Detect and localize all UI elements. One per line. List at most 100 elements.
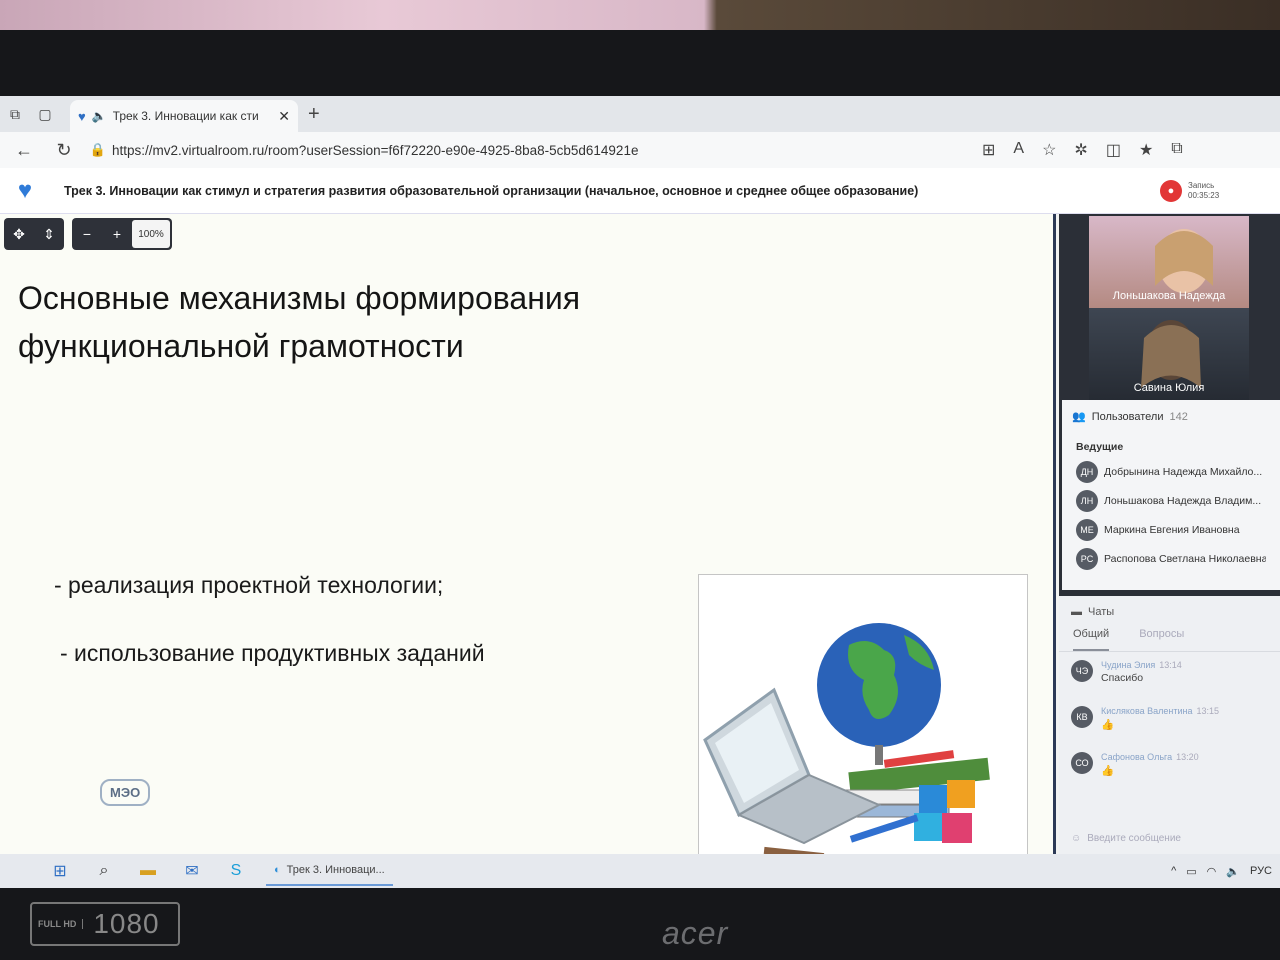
system-tray: ^ ▭ ◠ 🔈 РУС bbox=[1171, 854, 1272, 888]
chat-text: 👍 bbox=[1101, 765, 1115, 777]
wifi-icon[interactable]: ◠ bbox=[1207, 865, 1217, 878]
close-icon[interactable]: ✕ bbox=[278, 108, 290, 125]
video-tile-1[interactable]: Лоньшакова Надежда bbox=[1089, 216, 1249, 308]
apps-icon[interactable]: ⊞ bbox=[982, 140, 995, 160]
heart-icon: ♥ bbox=[78, 108, 86, 124]
puzzle-icon bbox=[919, 785, 947, 813]
extensions-icon[interactable]: ✲ bbox=[1074, 140, 1087, 160]
slide-bullet-1: - реализация проектной технологии; bbox=[54, 572, 444, 598]
taskbar-app-label: Трек 3. Инноваци... bbox=[286, 864, 385, 876]
fit-icon[interactable]: ⇕ bbox=[34, 218, 64, 250]
lock-icon[interactable]: 🔒 bbox=[84, 142, 112, 158]
user-row[interactable]: РС Распопова Светлана Николаевна bbox=[1062, 544, 1280, 573]
language-indicator[interactable]: РУС bbox=[1250, 865, 1272, 877]
user-name: Лоньшакова Надежда Владим... bbox=[1104, 494, 1262, 507]
chat-input[interactable]: ☺ Введите сообщение bbox=[1071, 833, 1181, 844]
taskbar-browser-app[interactable]: ◐ Трек 3. Инноваци... bbox=[266, 856, 393, 886]
avatar: РС bbox=[1076, 547, 1098, 570]
chat-author: Сафонова Ольга bbox=[1101, 752, 1173, 762]
chat-message: СО Сафонова Ольга 13:20 👍 bbox=[1059, 744, 1280, 790]
zoom-level[interactable]: 100% bbox=[132, 220, 170, 248]
edge-icon: ◐ bbox=[274, 864, 281, 876]
slide-title: Основные механизмы формирования функцион… bbox=[18, 274, 718, 370]
chat-icon: ▬ bbox=[1071, 606, 1082, 618]
read-aloud-icon[interactable]: A bbox=[1013, 140, 1024, 160]
url-field[interactable]: https://mv2.virtualroom.ru/room?userSess… bbox=[112, 143, 952, 158]
favorite-star-icon[interactable]: ☆ bbox=[1042, 140, 1056, 160]
user-name: Маркина Евгения Ивановна bbox=[1104, 523, 1240, 536]
mail-icon[interactable]: ✉ bbox=[170, 861, 214, 881]
browser-tab-active[interactable]: ♥ 🔈 Трек 3. Инновации как сти ✕ bbox=[70, 100, 298, 132]
users-count: 142 bbox=[1169, 410, 1188, 423]
back-icon[interactable]: ← bbox=[4, 140, 44, 161]
users-panel: 👥 Пользователи 142 Ведущие ДН Добрынина … bbox=[1062, 400, 1280, 590]
favorites-icon[interactable]: ★ bbox=[1139, 140, 1153, 160]
new-tab-button[interactable]: + bbox=[308, 103, 320, 126]
right-panel: Лоньшакова Надежда Савина Юлия 👥 Пользов… bbox=[1059, 214, 1280, 854]
heart-logo-icon: ♥ bbox=[17, 176, 33, 204]
chat-author: Чудина Элия bbox=[1101, 660, 1156, 670]
record-label: Запись bbox=[1188, 180, 1215, 190]
user-row[interactable]: ДН Добрынина Надежда Михайло... bbox=[1062, 457, 1280, 486]
group-title: Ведущие bbox=[1076, 441, 1124, 453]
avatar: СО bbox=[1071, 752, 1093, 774]
avatar: ДН bbox=[1076, 460, 1098, 483]
fullhd-badge: FULL HD 1080 bbox=[30, 902, 180, 946]
battery-icon[interactable]: ▭ bbox=[1186, 865, 1196, 878]
tab-questions[interactable]: Вопросы bbox=[1139, 628, 1184, 651]
chat-header: Чаты bbox=[1088, 606, 1115, 618]
browser-tab-strip: ⧉ ▢ ♥ 🔈 Трек 3. Инновации как сти ✕ + bbox=[0, 96, 1280, 132]
windows-taskbar: ⊞ ⌕ ▬ ✉ S ◐ Трек 3. Инноваци... ^ ▭ ◠ 🔈 … bbox=[0, 854, 1280, 888]
zoom-in-button[interactable]: + bbox=[102, 218, 132, 250]
slide-title-line-2: функциональной грамотности bbox=[18, 328, 464, 364]
volume-icon[interactable]: 🔈 bbox=[1226, 865, 1240, 878]
users-header: Пользователи bbox=[1091, 410, 1164, 423]
refresh-icon[interactable]: ↻ bbox=[44, 140, 84, 161]
smiley-icon[interactable]: ☺ bbox=[1071, 833, 1081, 844]
view-tools: ✥ ⇕ bbox=[4, 218, 64, 250]
user-row[interactable]: ЛН Лоньшакова Надежда Владим... bbox=[1062, 486, 1280, 515]
chat-message: ЧЭ Чудина Элия 13:14 Спасибо bbox=[1059, 652, 1280, 698]
users-icon: 👥 bbox=[1072, 411, 1086, 423]
avatar: ЛН bbox=[1076, 489, 1098, 512]
avatar: ЧЭ bbox=[1071, 660, 1093, 682]
presentation-area: ✥ ⇕ − + 100% Основные механизмы формиров… bbox=[0, 214, 1056, 854]
chat-time: 13:14 bbox=[1159, 660, 1182, 670]
workspaces-icon[interactable]: ⧉ bbox=[0, 96, 30, 132]
tab-actions-icon[interactable]: ▢ bbox=[30, 96, 60, 132]
chevron-up-icon[interactable]: ^ bbox=[1171, 865, 1176, 877]
speaker-icon[interactable]: 🔈 bbox=[92, 109, 107, 123]
zoom-tools: − + 100% bbox=[72, 218, 172, 250]
skype-icon[interactable]: S bbox=[214, 862, 258, 880]
room-title: Трек 3. Инновации как стимул и стратегия… bbox=[64, 183, 919, 198]
video-tile-2[interactable]: Савина Юлия bbox=[1089, 308, 1249, 400]
chat-message: КВ Кислякова Валентина 13:15 👍 bbox=[1059, 698, 1280, 744]
tab-title: Трек 3. Инновации как сти bbox=[112, 109, 259, 123]
chat-input-placeholder: Введите сообщение bbox=[1087, 833, 1181, 844]
user-name: Распопова Светлана Николаевна bbox=[1104, 552, 1266, 565]
move-icon[interactable]: ✥ bbox=[4, 218, 34, 250]
chat-time: 13:15 bbox=[1196, 706, 1220, 716]
chat-text: 👍 bbox=[1101, 719, 1115, 731]
user-row[interactable]: МЕ Маркина Евгения Ивановна bbox=[1062, 515, 1280, 544]
app-header: ♥ Трек 3. Инновации как стимул и стратег… bbox=[0, 168, 1280, 214]
folder-icon[interactable]: ▬ bbox=[126, 862, 170, 880]
video-name-2: Савина Юлия bbox=[1133, 382, 1205, 394]
avatar: КВ bbox=[1071, 706, 1093, 728]
user-name: Добрынина Надежда Михайло... bbox=[1104, 465, 1263, 478]
chat-text: Спасибо bbox=[1101, 672, 1144, 684]
video-name-1: Лоньшакова Надежда bbox=[1112, 290, 1226, 302]
zoom-out-button[interactable]: − bbox=[72, 218, 102, 250]
tab-general[interactable]: Общий bbox=[1073, 628, 1110, 651]
meo-logo: МЭО bbox=[100, 779, 151, 806]
split-screen-icon[interactable]: ◫ bbox=[1106, 140, 1121, 160]
acer-logo: acer bbox=[662, 915, 729, 951]
chat-time: 13:20 bbox=[1176, 752, 1199, 762]
record-indicator[interactable]: ● Запись 00:35:23 bbox=[1160, 179, 1219, 202]
windows-start-icon[interactable]: ⊞ bbox=[38, 861, 82, 881]
laptop-screen: ⧉ ▢ ♥ 🔈 Трек 3. Инновации как сти ✕ + ← … bbox=[0, 96, 1280, 888]
chat-author: Кислякова Валентина bbox=[1101, 706, 1193, 716]
search-icon[interactable]: ⌕ bbox=[82, 862, 126, 880]
avatar: МЕ bbox=[1076, 518, 1098, 541]
collections-icon[interactable]: ⧉ bbox=[1171, 140, 1182, 160]
